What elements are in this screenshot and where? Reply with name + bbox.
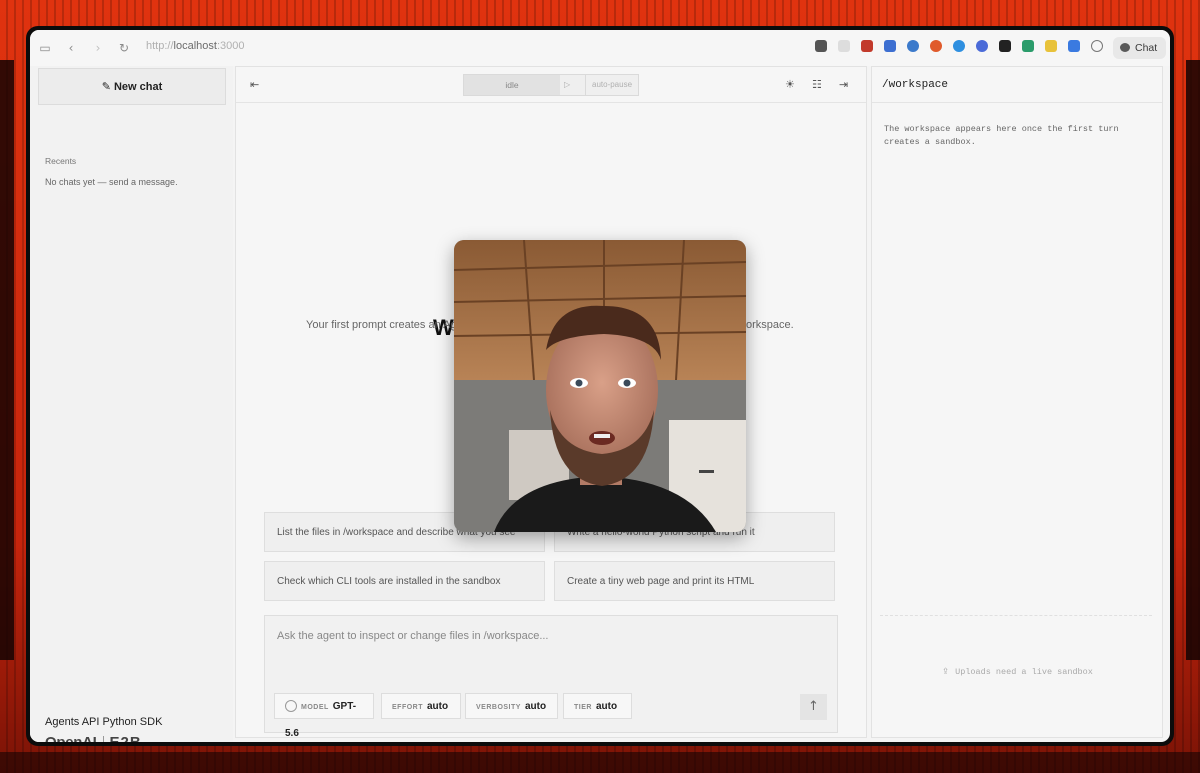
workspace-divider xyxy=(872,102,1162,103)
workspace-panel: /workspace The workspace appears here on… xyxy=(871,66,1163,738)
sidebar: ✎ New chat Recents No chats yet — send a … xyxy=(30,66,233,742)
composer[interactable]: Ask the agent to inspect or change files… xyxy=(264,615,838,739)
suggestion-web-page[interactable]: Create a tiny web page and print its HTM… xyxy=(554,561,835,601)
subtext-left: Your first prompt creates an Ag xyxy=(306,319,457,331)
composer-placeholder[interactable]: Ask the agent to inspect or change files… xyxy=(277,630,548,642)
model-key: MODEL xyxy=(301,704,329,711)
logo-divider xyxy=(102,735,104,742)
chat-toolbar: ⇤ idle ▷ auto-pause ☀ ☷ ⇥ xyxy=(236,67,866,103)
background-pattern-bottom xyxy=(0,752,1200,773)
arrow-up-icon: ↑ xyxy=(808,699,819,714)
extension-tag-icon[interactable] xyxy=(1068,40,1080,52)
effort-selector[interactable]: EFFORT auto xyxy=(381,693,461,719)
extension-pen-icon[interactable] xyxy=(1045,40,1057,52)
no-chats-text: No chats yet — send a message. xyxy=(45,177,178,187)
uploads-text: Uploads need a live sandbox xyxy=(955,667,1093,677)
send-button[interactable]: ↑ xyxy=(800,694,827,720)
extension-blue-icon[interactable] xyxy=(884,40,896,52)
back-icon[interactable]: ‹ xyxy=(64,41,78,55)
recents-label: Recents xyxy=(45,156,77,166)
chat-button-label: Chat xyxy=(1135,42,1158,54)
extension-eye-icon[interactable] xyxy=(907,40,919,52)
extension-grid-icon[interactable] xyxy=(1022,40,1034,52)
extension-circle-icon[interactable] xyxy=(976,40,988,52)
subtext-right: orkspace. xyxy=(746,319,794,331)
e2b-logo: E2B xyxy=(110,734,142,742)
extension-chart-icon[interactable] xyxy=(999,40,1011,52)
list-view-icon[interactable]: ☷ xyxy=(812,78,822,91)
url-prefix: http:// xyxy=(146,40,174,52)
url-host: localhost xyxy=(173,40,217,52)
tier-selector[interactable]: TIER auto xyxy=(563,693,632,719)
workspace-path: /workspace xyxy=(882,79,949,91)
webcam-video-frame xyxy=(454,240,746,532)
effort-value: auto xyxy=(427,701,449,712)
verbosity-value: auto xyxy=(524,701,547,712)
workspace-message: The workspace appears here once the firs… xyxy=(884,124,1119,147)
extension-panda-icon[interactable] xyxy=(815,40,827,52)
status-idle: idle xyxy=(464,75,560,95)
openai-icon xyxy=(285,700,297,713)
theme-toggle-icon[interactable]: ☀ xyxy=(785,78,795,91)
auto-pause-toggle[interactable]: auto-pause xyxy=(585,75,632,95)
chat-bubble-icon xyxy=(1120,43,1130,52)
extension-red-icon[interactable] xyxy=(861,40,873,52)
webcam-overlay xyxy=(454,240,746,532)
chat-button[interactable]: Chat xyxy=(1113,37,1166,59)
extension-globe-icon[interactable] xyxy=(953,40,965,52)
sidebar-toggle-icon[interactable]: ▭ xyxy=(38,41,52,55)
new-chat-label: New chat xyxy=(113,81,163,93)
extension-info-icon[interactable] xyxy=(1091,40,1103,52)
new-chat-button[interactable]: ✎ New chat xyxy=(38,68,226,105)
suggestion-cli-tools[interactable]: Check which CLI tools are installed in t… xyxy=(264,561,545,601)
sdk-label: Agents API Python SDK xyxy=(45,716,163,728)
background-pattern-left xyxy=(0,60,14,660)
collapse-sidebar-icon[interactable]: ⇤ xyxy=(250,78,259,91)
tier-value: auto xyxy=(595,701,618,712)
background-pattern-right xyxy=(1186,60,1200,660)
verbosity-selector[interactable]: VERBOSITY auto xyxy=(465,693,558,719)
upload-icon: ⇪ xyxy=(942,667,950,677)
url-bar[interactable]: http://localhost:3000 xyxy=(146,40,244,52)
effort-key: EFFORT xyxy=(392,704,423,711)
openai-logo: OpenAI xyxy=(45,734,97,742)
forward-icon[interactable]: › xyxy=(91,41,105,55)
model-selector[interactable]: MODEL GPT-5.6 xyxy=(274,693,374,739)
sandbox-status: idle ▷ auto-pause xyxy=(463,74,639,96)
url-port: :3000 xyxy=(216,40,245,52)
reload-icon[interactable]: ↻ xyxy=(117,41,131,55)
brand-logos: OpenAI E2B xyxy=(45,734,142,742)
upload-dropzone-border xyxy=(880,615,1152,617)
browser-toolbar: ▭ ‹ › ↻ http://localhost:3000 Chat xyxy=(30,30,1170,66)
tier-key: TIER xyxy=(574,704,592,711)
play-icon[interactable]: ▷ xyxy=(564,75,570,95)
verbosity-key: VERBOSITY xyxy=(476,704,521,711)
uploads-status: ⇪ Uploads need a live sandbox xyxy=(942,667,1093,677)
collapse-workspace-icon[interactable]: ⇥ xyxy=(839,78,848,91)
extension-shield-icon[interactable] xyxy=(838,40,850,52)
extension-sun-icon[interactable] xyxy=(930,40,942,52)
pencil-icon: ✎ xyxy=(101,80,111,93)
